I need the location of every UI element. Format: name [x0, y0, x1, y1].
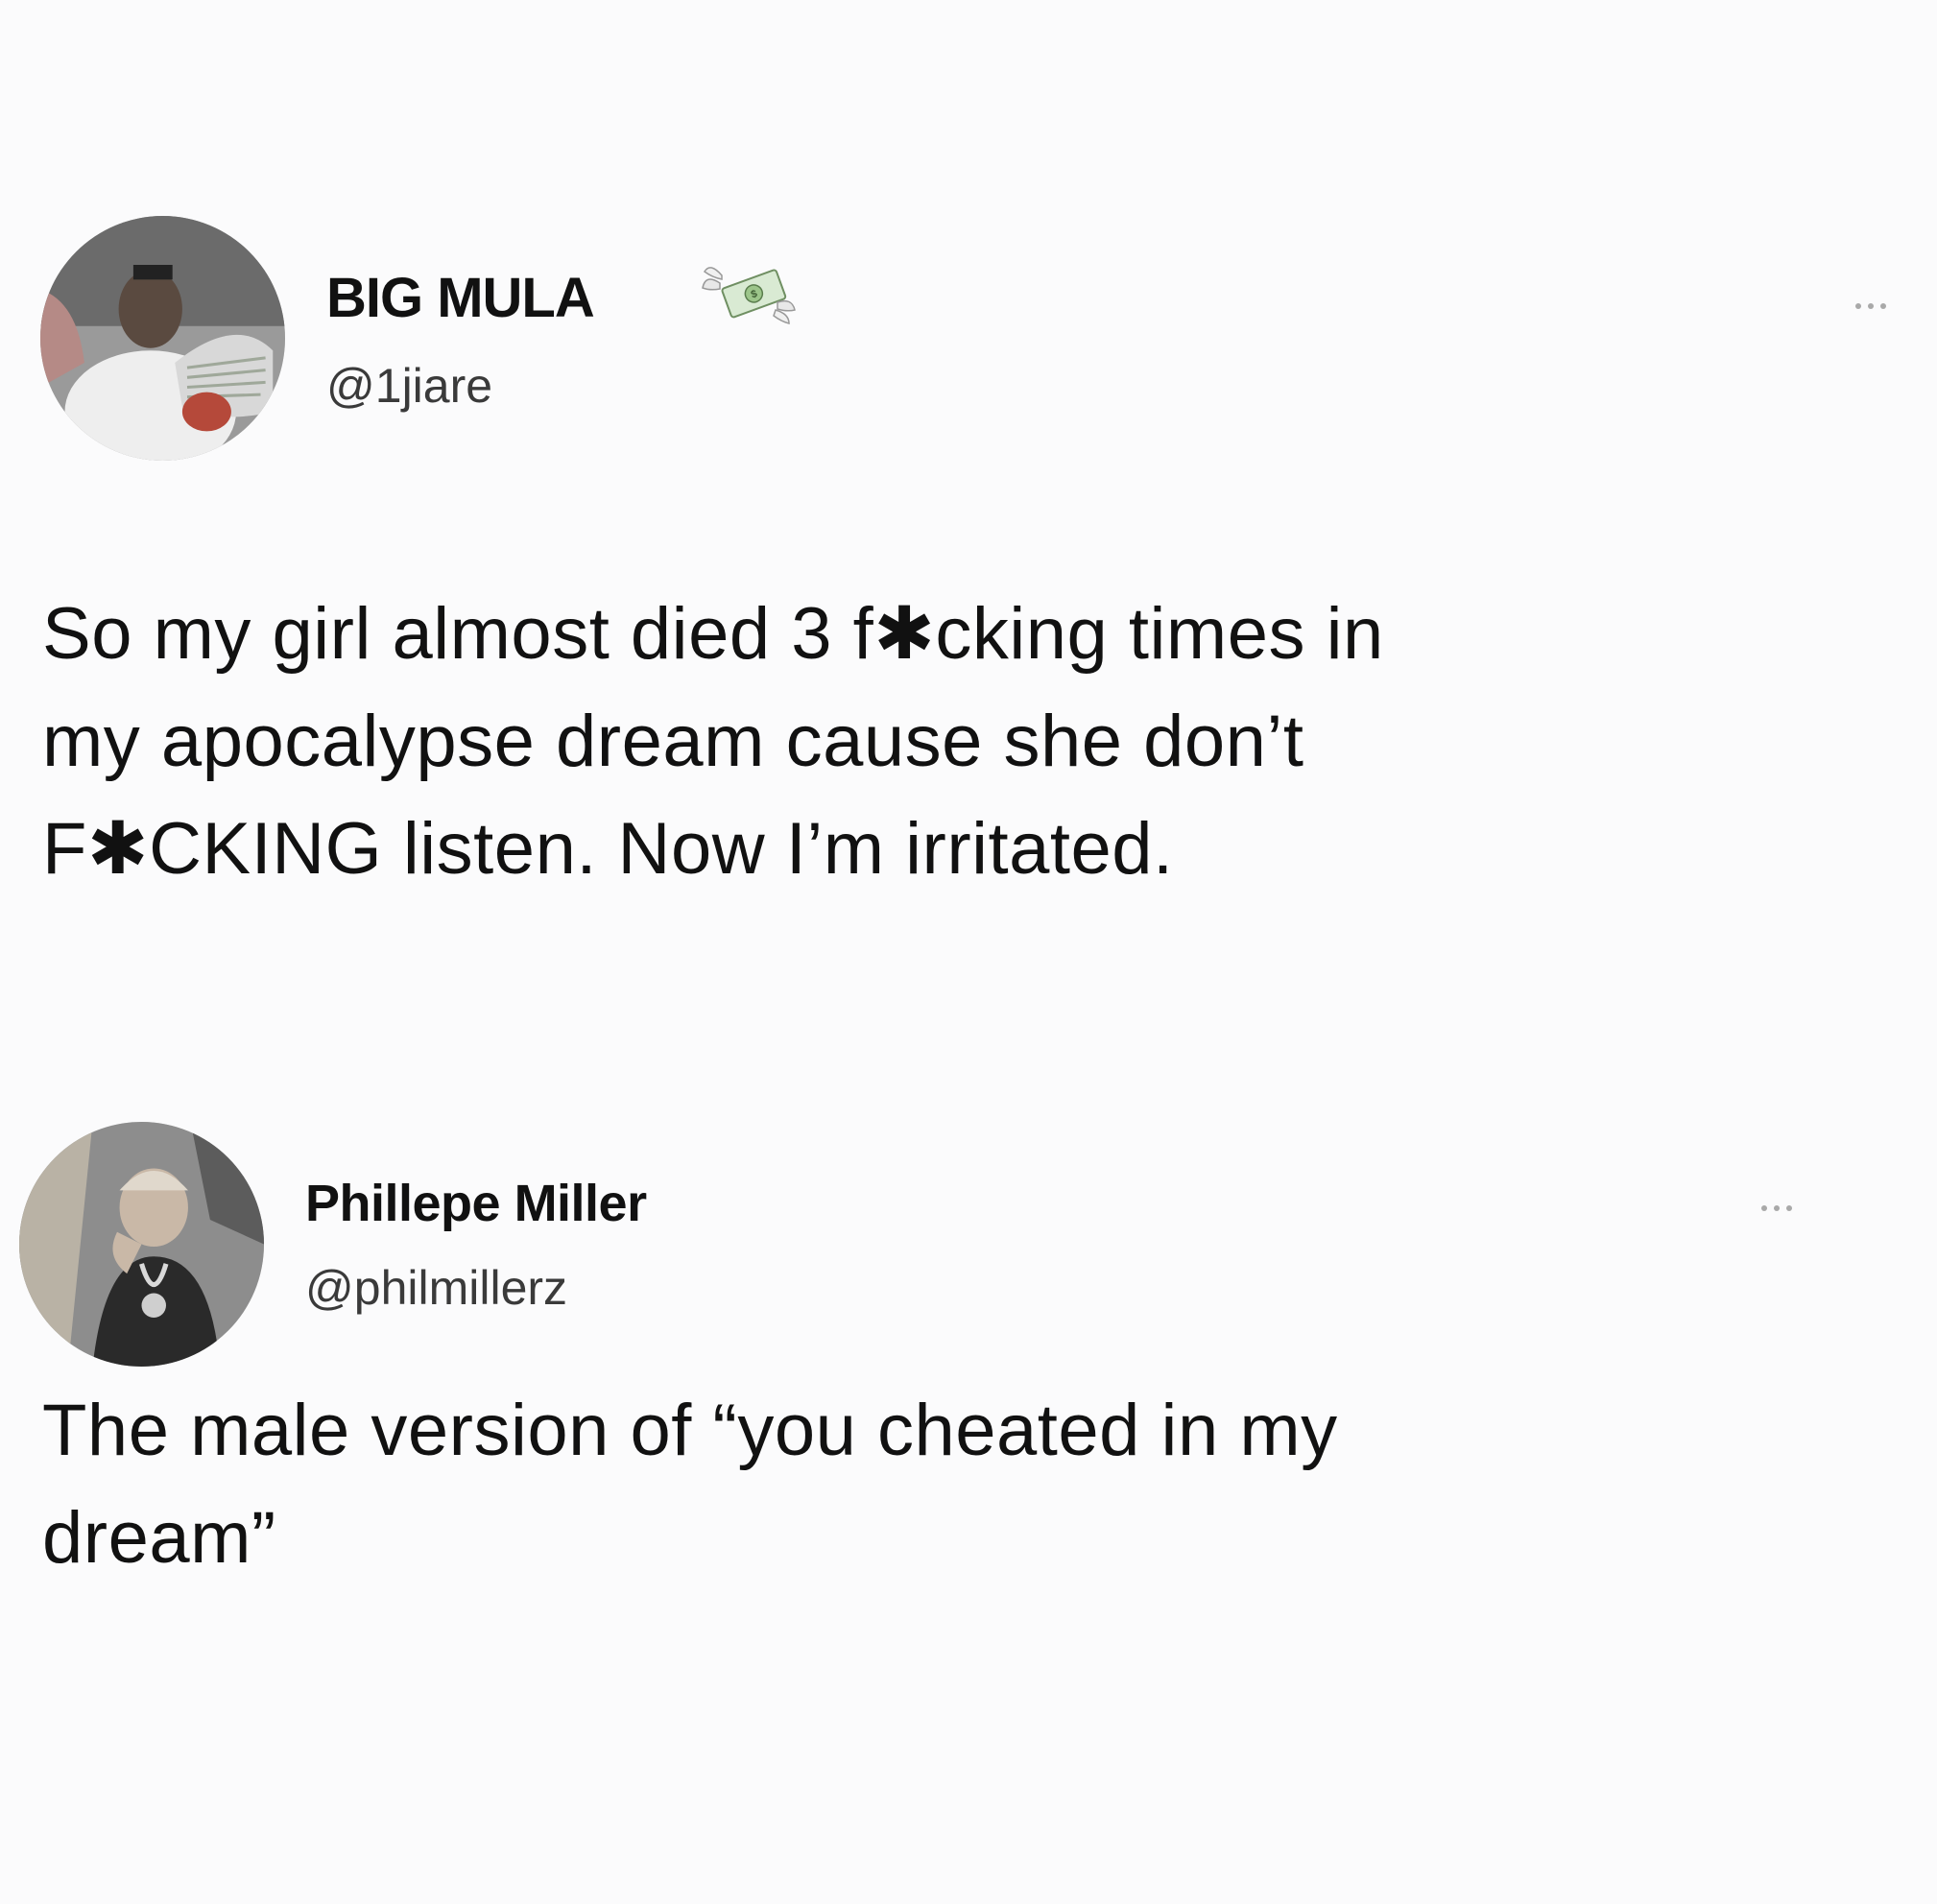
more-options-icon[interactable]: [1846, 294, 1896, 319]
avatar[interactable]: [19, 1122, 264, 1367]
dot: [1774, 1205, 1780, 1211]
dot: [1880, 303, 1886, 309]
dot: [1868, 303, 1874, 309]
tweet-text-line: So my girl almost died 3 f✱cking times i…: [42, 593, 1384, 675]
tweet-text-line: dream”: [42, 1497, 276, 1579]
tweet-text: So my girl almost died 3 f✱cking times i…: [42, 581, 1924, 903]
dot: [1855, 303, 1861, 309]
dot: [1786, 1205, 1792, 1211]
tweet-text-line: F✱CKING listen. Now I’m irritated.: [42, 808, 1174, 890]
display-name[interactable]: Phillepe Miller: [305, 1174, 647, 1233]
more-options-icon[interactable]: [1752, 1196, 1802, 1221]
avatar-photo: [40, 216, 285, 461]
tweet-text-line: The male version of “you cheated in my: [42, 1390, 1338, 1471]
avatar[interactable]: [40, 216, 285, 461]
user-handle[interactable]: @1jiare: [326, 358, 492, 414]
tweet-text-line: my apocalypse dream cause she don’t: [42, 701, 1304, 782]
tweet-card: Phillepe Miller @philmillerz The male ve…: [0, 1118, 1937, 1655]
display-name[interactable]: BIG MULA: [326, 266, 595, 330]
tweet-card: BIG MULA $ @1jiare So my girl almost die…: [0, 216, 1937, 984]
tweet-text: The male version of “you cheated in my d…: [42, 1377, 1924, 1592]
user-handle[interactable]: @philmillerz: [305, 1260, 567, 1316]
dot: [1761, 1205, 1767, 1211]
avatar-photo: [19, 1122, 264, 1367]
money-with-wings-emoji: $: [702, 267, 796, 324]
